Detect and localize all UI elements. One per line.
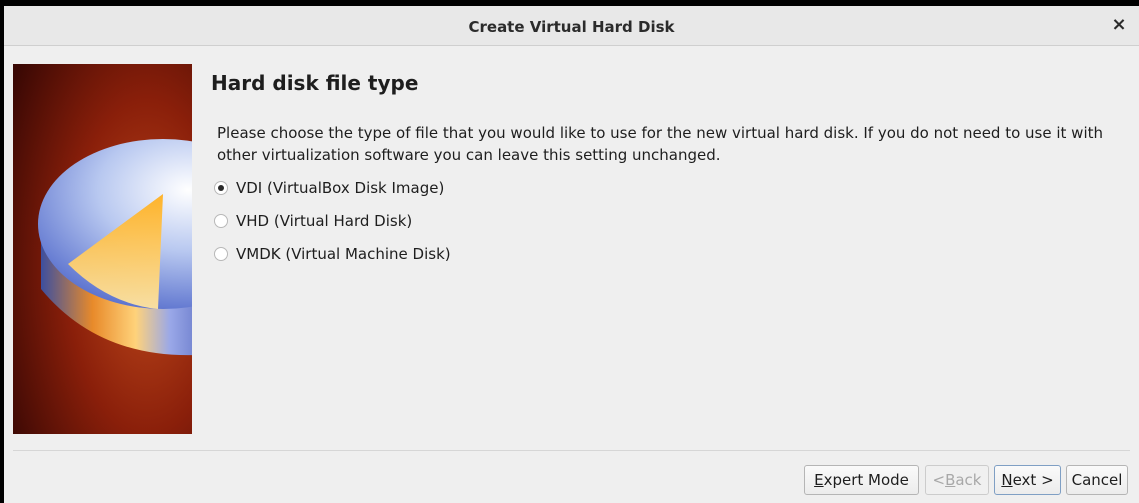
radio-option-vmdk[interactable]: VMDK (Virtual Machine Disk) [214, 245, 451, 263]
page-title: Hard disk file type [211, 71, 419, 95]
expert-mode-button[interactable]: Expert Mode [804, 465, 919, 495]
next-button[interactable]: Next > [994, 465, 1061, 495]
title-bar[interactable]: Create Virtual Hard Disk × [4, 6, 1139, 46]
close-icon[interactable]: × [1109, 15, 1129, 35]
back-button[interactable]: < Back [925, 465, 989, 495]
radio-label-vdi: VDI (VirtualBox Disk Image) [236, 179, 445, 197]
radio-option-vhd[interactable]: VHD (Virtual Hard Disk) [214, 212, 412, 230]
radio-button-vmdk[interactable] [214, 247, 228, 261]
radio-option-vdi[interactable]: VDI (VirtualBox Disk Image) [214, 179, 444, 197]
page-description: Please choose the type of file that you … [217, 124, 1103, 164]
radio-label-vmdk: VMDK (Virtual Machine Disk) [236, 245, 451, 263]
cancel-button[interactable]: Cancel [1066, 465, 1128, 495]
footer-separator [13, 450, 1130, 451]
radio-button-vdi[interactable] [214, 181, 228, 195]
radio-button-vhd[interactable] [214, 214, 228, 228]
dialog-window: Create Virtual Hard Disk × Hard disk fil… [4, 6, 1139, 503]
hard-disk-illustration [13, 64, 192, 434]
window-title: Create Virtual Hard Disk [468, 18, 675, 36]
radio-label-vhd: VHD (Virtual Hard Disk) [236, 212, 413, 230]
